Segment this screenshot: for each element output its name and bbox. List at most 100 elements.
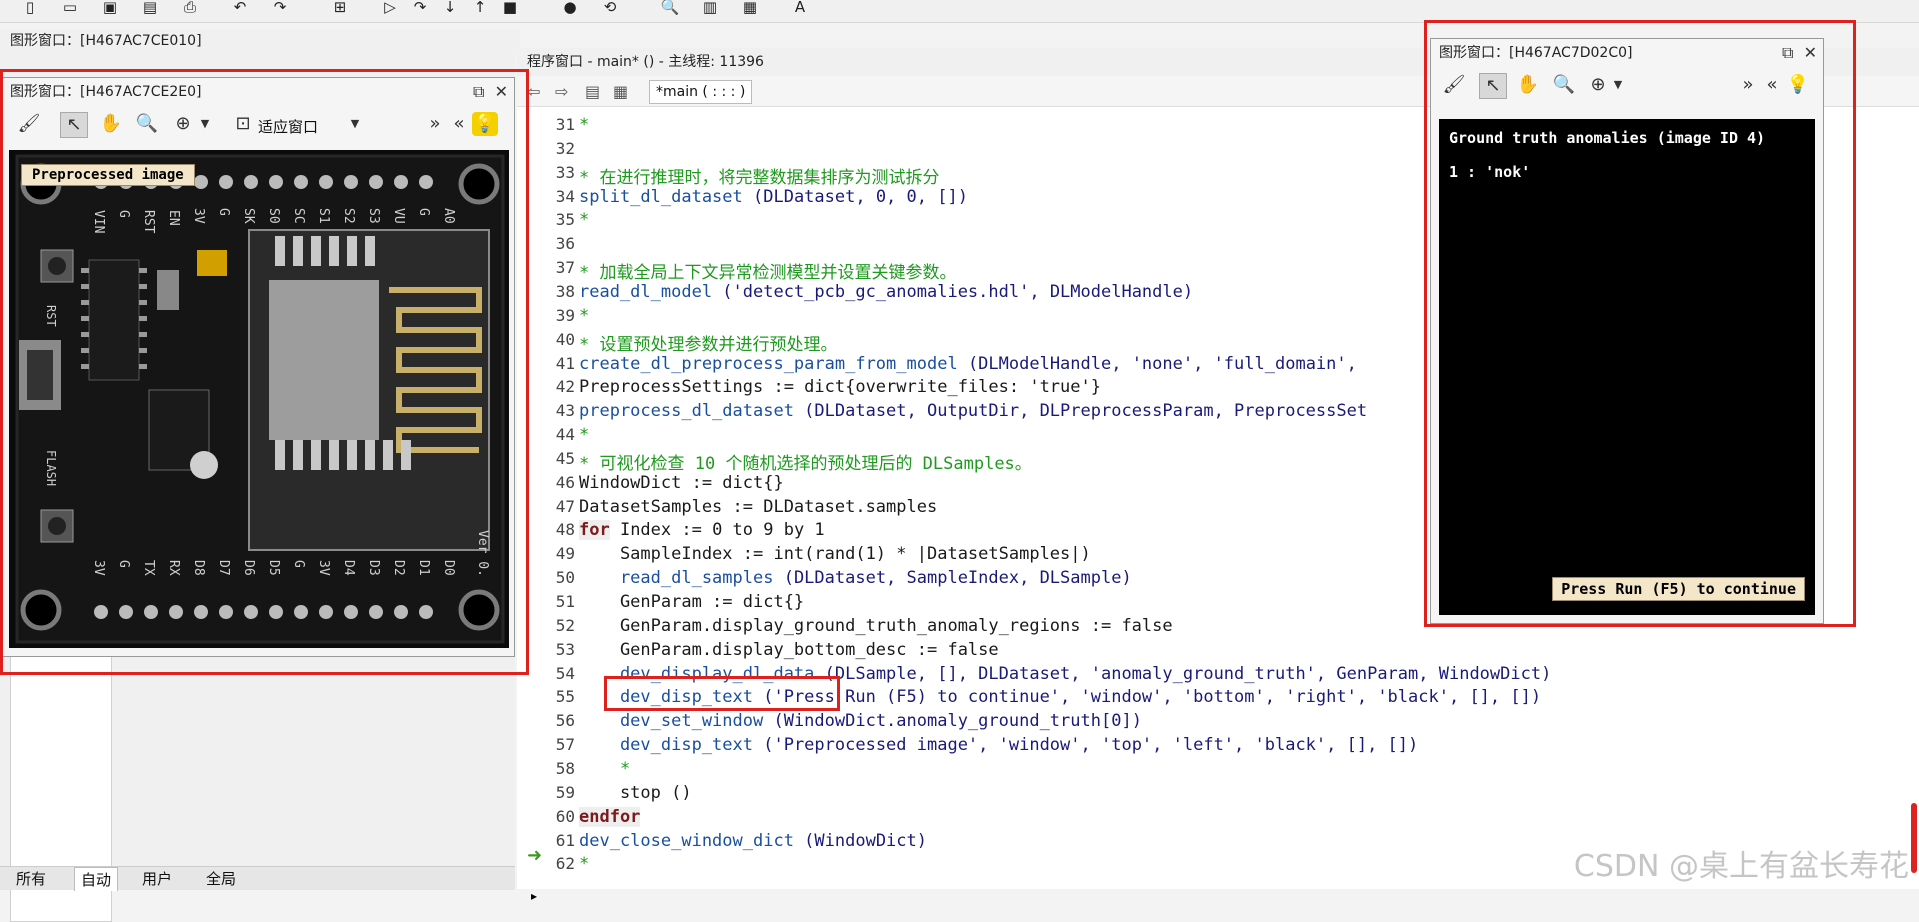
save-as-icon[interactable]: ▤ xyxy=(140,0,160,16)
code-token: * 设置预处理参数并进行预处理。 xyxy=(579,334,838,355)
procedure-list-icon[interactable]: ▤ xyxy=(585,82,600,101)
code-line[interactable]: GenParam := dict{} xyxy=(579,592,804,612)
code-line[interactable]: * 设置预处理参数并进行预处理。 xyxy=(579,330,837,355)
code-line[interactable]: * 加载全局上下文异常检测模型并设置关键参数。 xyxy=(579,258,956,283)
code-line[interactable]: endfor xyxy=(579,806,641,827)
code-token: for xyxy=(579,520,610,541)
save-icon[interactable]: ▣ xyxy=(100,0,120,16)
code-token: (DLDataset, 0, 0, []) xyxy=(742,186,968,207)
insert-icon[interactable]: ⊞ xyxy=(330,0,350,16)
code-line[interactable]: * xyxy=(579,115,589,135)
code-line[interactable]: * 在进行推理时，将完整数据集排序为测试拆分 xyxy=(579,163,939,188)
code-token: * xyxy=(579,305,590,326)
code-line[interactable]: preprocess_dl_dataset (DLDataset, Output… xyxy=(579,401,1367,421)
code-line[interactable]: WindowDict := dict{} xyxy=(579,473,784,493)
code-line[interactable]: GenParam.display_bottom_desc := false xyxy=(579,640,999,660)
code-token: ('detect_pcb_gc_anomalies.hdl', DLModelH… xyxy=(712,281,1194,302)
code-token: (DLDataset, SampleIndex, DLSample) xyxy=(773,568,1132,589)
code-line[interactable]: PreprocessSettings := dict{overwrite_fil… xyxy=(579,377,1101,397)
code-line[interactable]: create_dl_preprocess_param_from_model (D… xyxy=(579,354,1357,374)
code-line[interactable]: for Index := 0 to 9 by 1 xyxy=(579,520,825,541)
code-token: (WindowDict) xyxy=(793,830,927,851)
code-line[interactable]: * xyxy=(579,854,589,874)
code-line[interactable]: * xyxy=(579,306,589,326)
code-token: WindowDict := dict{} xyxy=(579,472,784,493)
code-line[interactable]: dev_close_window_dict (WindowDict) xyxy=(579,831,927,851)
code-token: 个随机选择的预处理后的 DLSamples。 xyxy=(715,453,1032,474)
code-token: stop () xyxy=(579,782,692,803)
undo-icon[interactable]: ↶ xyxy=(230,0,250,16)
code-line[interactable]: SampleIndex := int(rand(1) * |DatasetSam… xyxy=(579,544,1091,564)
back-icon[interactable]: ⇦ xyxy=(527,82,540,101)
stop-icon[interactable]: ■ xyxy=(500,0,520,16)
program-counter-arrow-icon: ➜ xyxy=(527,845,543,866)
code-token: * xyxy=(579,854,590,875)
print-icon[interactable]: ⎙ xyxy=(180,0,200,16)
chart-icon[interactable]: ▥ xyxy=(700,0,720,16)
code-token: * 在进行推理时，将完整数据集排序为测试拆分 xyxy=(579,167,940,188)
step-out-icon[interactable]: ↑ xyxy=(470,0,490,16)
code-token: Index := 0 to 9 by 1 xyxy=(609,520,825,541)
scroll-indicator[interactable] xyxy=(1911,803,1917,873)
step-into-icon[interactable]: ↓ xyxy=(440,0,460,16)
code-line[interactable]: read_dl_samples (DLDataset, SampleIndex,… xyxy=(579,568,1132,588)
code-line[interactable]: DatasetSamples := DLDataset.samples xyxy=(579,497,937,517)
code-token: endfor xyxy=(579,806,641,827)
code-token: ('Preprocessed image', 'window', 'top', … xyxy=(753,735,1419,756)
line-number: 62 xyxy=(555,854,575,874)
code-token: create_dl_preprocess_param_from_model xyxy=(579,353,958,374)
code-line[interactable]: * xyxy=(579,210,589,230)
variable-tab-2[interactable]: 用户 xyxy=(136,867,178,890)
code-line[interactable]: read_dl_model ('detect_pcb_gc_anomalies.… xyxy=(579,282,1193,302)
code-token: (DLSample, [], DLDataset, 'anomaly_groun… xyxy=(814,663,1552,684)
line-number: 56 xyxy=(555,711,575,731)
forward-icon[interactable]: ⇨ xyxy=(555,82,568,101)
code-line[interactable]: split_dl_dataset (DLDataset, 0, 0, []) xyxy=(579,187,968,207)
reset-icon[interactable]: ⟲ xyxy=(600,0,620,16)
code-token: * xyxy=(579,758,631,779)
code-line[interactable]: * 可视化检查 10 个随机选择的预处理后的 DLSamples。 xyxy=(579,449,1032,474)
line-number: 55 xyxy=(555,687,575,707)
code-token: split_dl_dataset xyxy=(579,186,743,207)
insert-cursor-icon: ▸ xyxy=(531,889,538,903)
grid-icon[interactable]: ▦ xyxy=(613,82,628,101)
zoom-icon[interactable]: 🔍 xyxy=(660,0,680,16)
new-file-icon[interactable]: ▯ xyxy=(20,0,40,16)
code-token: 10 xyxy=(694,453,716,474)
code-line[interactable]: dev_set_window (WindowDict.anomaly_groun… xyxy=(579,711,1142,731)
run-icon[interactable]: ▷ xyxy=(380,0,400,16)
code-token: ('Press Run (F5) to continue', 'window',… xyxy=(753,687,1542,708)
step-over-icon[interactable]: ↷ xyxy=(410,0,430,16)
code-token: * xyxy=(579,425,590,446)
code-token: (WindowDict.anomaly_ground_truth[0]) xyxy=(763,711,1142,732)
line-number: 60 xyxy=(555,806,575,826)
variable-tab-0[interactable]: 所有 xyxy=(10,867,52,890)
line-number: 58 xyxy=(555,758,575,778)
watermark: CSDN @桌上有盆长寿花 xyxy=(1573,849,1909,884)
code-token: dev_disp_text xyxy=(579,735,753,756)
procedure-tab-label: *main ( : : : ) xyxy=(656,84,746,100)
procedure-tab-main[interactable]: *main ( : : : ) xyxy=(649,80,753,104)
code-line[interactable]: * xyxy=(579,759,630,779)
code-line[interactable]: stop () xyxy=(579,783,692,803)
code-token: GenParam.display_ground_truth_anomaly_re… xyxy=(579,615,1173,636)
variable-tab-3[interactable]: 全局 xyxy=(200,867,242,890)
code-token: * 可视化检查 xyxy=(579,453,695,474)
code-line[interactable]: dev_disp_text ('Preprocessed image', 'wi… xyxy=(579,735,1418,755)
line-number: 61 xyxy=(555,830,575,850)
code-token: dev_set_window xyxy=(579,711,764,732)
highlight-box-left-window xyxy=(0,69,529,675)
text-icon[interactable]: A xyxy=(790,0,810,16)
code-line[interactable]: * xyxy=(579,425,589,445)
code-token: (DLModelHandle, 'none', 'full_domain', xyxy=(957,353,1357,374)
code-token: GenParam := dict{} xyxy=(579,592,805,612)
code-line[interactable]: GenParam.display_ground_truth_anomaly_re… xyxy=(579,616,1173,636)
code-token: read_dl_samples xyxy=(579,568,774,589)
code-token: read_dl_model xyxy=(579,281,713,302)
redo-icon[interactable]: ↷ xyxy=(270,0,290,16)
image-icon[interactable]: ▦ xyxy=(740,0,760,16)
highlight-box-right-window xyxy=(1424,20,1856,627)
breakpoint-icon[interactable]: ● xyxy=(560,0,580,16)
open-file-icon[interactable]: ▭ xyxy=(60,0,80,16)
variable-tab-1[interactable]: 自动 xyxy=(74,867,119,891)
